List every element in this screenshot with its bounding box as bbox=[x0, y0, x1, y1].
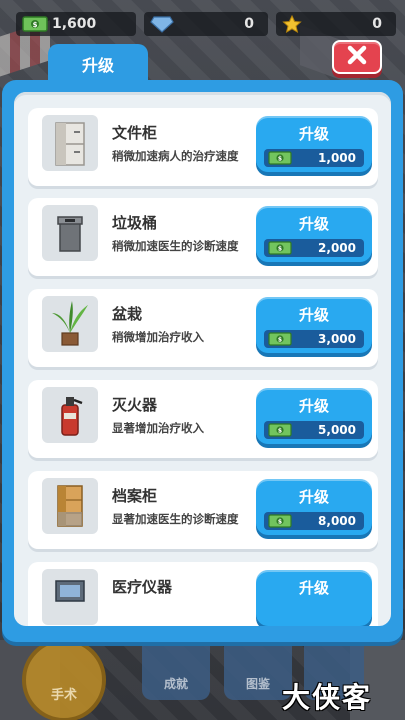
cash-icon: $ bbox=[268, 241, 292, 258]
upgrade-list-container[interactable]: 文件柜 稍微加速病人的治疗速度 升级 $1,000 垃圾桶 稍微加速医生的诊断速度 升级 $2… bbox=[14, 92, 391, 626]
upgrade-button[interactable]: 升级 $5,000 bbox=[256, 388, 372, 444]
upgrade-item: 灭火器显著增加治疗收入 升级 $5,000 bbox=[28, 380, 378, 458]
upgrade-button[interactable]: 升级 bbox=[256, 570, 372, 626]
upgrade-name: 盆栽 bbox=[112, 305, 143, 323]
upgrade-panel: 文件柜 稍微加速病人的治疗速度 升级 $1,000 垃圾桶 稍微加速医生的诊断速度 升级 $2… bbox=[2, 80, 403, 642]
upgrade-name: 医疗仪器 bbox=[112, 578, 173, 596]
star-icon bbox=[282, 14, 302, 37]
upgrade-button[interactable]: 升级 $1,000 bbox=[256, 116, 372, 172]
surgery-button[interactable]: 手术 bbox=[22, 638, 106, 720]
cash-icon: $ bbox=[268, 151, 292, 168]
upgrade-button-label: 升级 bbox=[298, 397, 329, 415]
achievements-button[interactable]: 成就 bbox=[142, 636, 210, 700]
file-cabinet-icon bbox=[42, 115, 98, 171]
upgrade-name: 档案柜 bbox=[112, 487, 158, 505]
svg-text:$: $ bbox=[278, 337, 282, 344]
star-value: 0 bbox=[372, 16, 382, 32]
upgrade-cost-value: 8,000 bbox=[318, 514, 356, 528]
archive-cabinet-icon bbox=[42, 478, 98, 534]
cash-icon: $ bbox=[268, 514, 292, 531]
upgrade-cost: $8,000 bbox=[264, 512, 364, 530]
upgrade-cost: $1,000 bbox=[264, 149, 364, 167]
resource-bar: $ 1,600 0 0 bbox=[0, 8, 405, 38]
watermark: 大侠客 bbox=[282, 681, 373, 714]
svg-text:$: $ bbox=[278, 428, 282, 435]
upgrade-cost: $2,000 bbox=[264, 239, 364, 257]
upgrade-name: 灭火器 bbox=[112, 396, 158, 414]
fire-extinguisher-icon bbox=[42, 387, 98, 443]
cash-counter: $ 1,600 bbox=[16, 12, 136, 36]
upgrade-description: 稍微加速病人的治疗速度 bbox=[112, 149, 239, 163]
upgrade-button[interactable]: 升级 $3,000 bbox=[256, 297, 372, 353]
trash-bin-icon bbox=[42, 205, 98, 261]
cash-value: 1,600 bbox=[52, 16, 97, 32]
tab-upgrade-label: 升级 bbox=[81, 56, 114, 75]
cash-icon: $ bbox=[268, 423, 292, 440]
upgrade-cost: $5,000 bbox=[264, 421, 364, 439]
achievements-label: 成就 bbox=[163, 677, 188, 691]
gem-value: 0 bbox=[244, 16, 254, 32]
svg-text:$: $ bbox=[33, 21, 38, 29]
svg-text:$: $ bbox=[278, 156, 282, 163]
upgrade-name: 垃圾桶 bbox=[112, 214, 158, 232]
svg-text:$: $ bbox=[278, 519, 282, 526]
surgery-label: 手术 bbox=[50, 688, 77, 703]
upgrade-cost-value: 3,000 bbox=[318, 332, 356, 346]
upgrade-button-label: 升级 bbox=[298, 215, 329, 233]
upgrade-description: 显著增加治疗收入 bbox=[112, 421, 204, 435]
upgrade-item: 垃圾桶稍微加速医生的诊断速度 升级 $2,000 bbox=[28, 198, 378, 276]
upgrade-button[interactable]: 升级 $2,000 bbox=[256, 206, 372, 262]
cash-icon: $ bbox=[22, 15, 48, 37]
upgrade-button-label: 升级 bbox=[298, 125, 329, 143]
close-button[interactable] bbox=[332, 40, 382, 74]
upgrade-cost-value: 1,000 bbox=[318, 151, 356, 165]
upgrade-description: 稍微加速医生的诊断速度 bbox=[112, 239, 239, 253]
upgrade-cost: $3,000 bbox=[264, 330, 364, 348]
gem-counter: 0 bbox=[144, 12, 268, 36]
cash-icon: $ bbox=[268, 332, 292, 349]
upgrade-name: 文件柜 bbox=[112, 124, 158, 142]
upgrade-button-label: 升级 bbox=[298, 306, 329, 324]
upgrade-cost-value: 5,000 bbox=[318, 423, 356, 437]
close-icon bbox=[346, 44, 368, 70]
upgrade-description: 稍微增加治疗收入 bbox=[112, 330, 204, 344]
upgrade-button-label: 升级 bbox=[298, 579, 329, 597]
upgrade-button-label: 升级 bbox=[298, 488, 329, 506]
medical-device-icon bbox=[42, 569, 98, 625]
upgrade-item: 档案柜显著加速医生的诊断速度 升级 $8,000 bbox=[28, 471, 378, 549]
star-counter: 0 bbox=[276, 12, 396, 36]
upgrade-item: 医疗仪器 升级 bbox=[28, 562, 378, 626]
upgrade-cost-value: 2,000 bbox=[318, 241, 356, 255]
upgrade-list: 文件柜 稍微加速病人的治疗速度 升级 $1,000 垃圾桶 稍微加速医生的诊断速度 升级 $2… bbox=[14, 92, 391, 626]
potted-plant-icon bbox=[42, 296, 98, 352]
upgrade-item: 文件柜稍微加速病人的治疗速度 升级 $1,000 bbox=[28, 108, 378, 186]
svg-text:$: $ bbox=[278, 246, 282, 253]
upgrade-item: 盆栽稍微增加治疗收入 升级 $3,000 bbox=[28, 289, 378, 367]
tab-upgrade[interactable]: 升级 bbox=[48, 44, 148, 90]
gem-icon bbox=[150, 15, 174, 37]
upgrade-description: 显著加速医生的诊断速度 bbox=[112, 512, 239, 526]
upgrade-button[interactable]: 升级 $8,000 bbox=[256, 479, 372, 535]
